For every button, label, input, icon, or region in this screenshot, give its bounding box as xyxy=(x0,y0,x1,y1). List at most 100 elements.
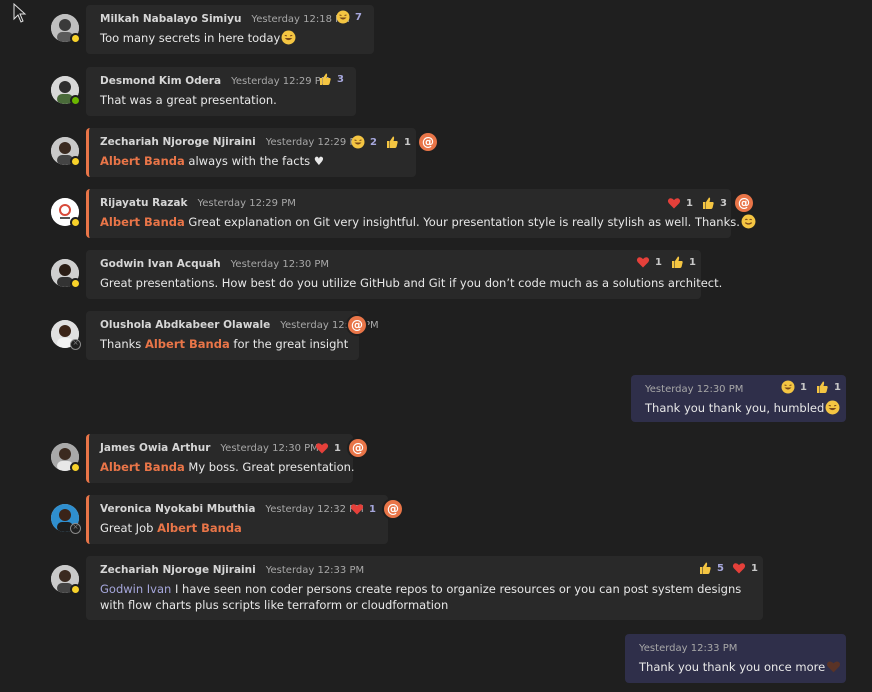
mention-at-icon: @ xyxy=(348,316,366,334)
message-text: Albert Banda My boss. Great presentation… xyxy=(100,460,355,474)
reactions: 2 1 @ xyxy=(351,133,437,151)
author-name: Olushola Abdkabeer Olawale xyxy=(100,319,271,331)
status-away-icon xyxy=(70,462,81,473)
timestamp: Yesterday 12:29 PM xyxy=(231,75,330,87)
status-available-icon xyxy=(70,95,81,106)
heart-emoji-icon xyxy=(667,198,681,209)
reaction-like[interactable]: 1 xyxy=(815,380,841,394)
message-text: Great presentations. How best do you uti… xyxy=(100,276,723,290)
timestamp: Yesterday 12:33 PM xyxy=(265,564,365,576)
reaction-laugh[interactable]: 2 xyxy=(351,135,377,149)
dark-heart-emoji-icon xyxy=(827,661,841,673)
mention-at-icon: @ xyxy=(734,194,753,212)
reaction-like[interactable]: 1 xyxy=(385,135,411,149)
message-bubble[interactable]: Godwin Ivan Acquah Yesterday 12:30 PM 1 1… xyxy=(86,250,722,299)
status-away-icon xyxy=(70,278,81,289)
timestamp: Yesterday 12:30 PM xyxy=(220,442,319,454)
message-bubble[interactable]: Desmond Kim Odera Yesterday 12:29 PM 3 Th… xyxy=(86,67,356,116)
heart-emoji-icon xyxy=(636,257,650,268)
message-text: Thank you thank you, humbled xyxy=(645,400,840,416)
message-bubble[interactable]: James Owia Arthur Yesterday 12:30 PM 1 @ … xyxy=(86,434,367,483)
reaction-heart[interactable]: 1 xyxy=(636,255,662,269)
author-name: Milkah Nabalayo Simiyu xyxy=(100,13,242,25)
laugh-emoji-icon xyxy=(781,380,795,394)
reaction-like[interactable]: 1 xyxy=(670,255,696,269)
mention-at-icon: @ xyxy=(418,133,437,151)
avatar[interactable]: × xyxy=(51,320,81,350)
message-text: Godwin Ivan I have seen non coder person… xyxy=(100,582,742,612)
timestamp: Yesterday 12:30 PM xyxy=(645,383,744,395)
reaction-heart[interactable]: 1 xyxy=(315,441,341,455)
message-text: Great Job Albert Banda xyxy=(100,521,242,535)
reaction-heart[interactable]: 1 xyxy=(350,502,376,516)
reactions: 1 1 xyxy=(636,255,696,269)
smile-emoji-icon xyxy=(741,214,756,229)
message-bubble[interactable]: Milkah Nabalayo Simiyu Yesterday 12:18 PM… xyxy=(86,5,374,54)
reactions: 1 1 xyxy=(781,380,841,394)
timestamp: Yesterday 12:29 PM xyxy=(265,136,365,148)
author-name: Zechariah Njoroge Njiraini xyxy=(100,136,256,148)
avatar[interactable] xyxy=(51,198,81,228)
laugh-emoji-icon xyxy=(336,10,350,24)
status-away-icon xyxy=(70,584,81,595)
mention-link[interactable]: Albert Banda xyxy=(100,215,185,229)
message-text: Too many secrets in here today xyxy=(100,30,296,46)
status-offline-icon: × xyxy=(70,339,81,350)
message-bubble[interactable]: Rijayatu Razak Yesterday 12:29 PM 1 3 @ A… xyxy=(86,189,756,238)
heart-emoji-icon xyxy=(315,443,329,454)
status-away-icon xyxy=(70,156,81,167)
avatar[interactable] xyxy=(51,443,81,473)
thumbs-up-emoji-icon xyxy=(816,381,828,393)
avatar[interactable] xyxy=(51,14,81,44)
message-text: Albert Banda always with the facts ♥ xyxy=(100,154,325,168)
reaction-heart[interactable]: 1 xyxy=(732,561,758,575)
reactions: 1 @ xyxy=(315,439,367,457)
mention-link[interactable]: Albert Banda xyxy=(157,521,242,535)
message-bubble[interactable]: Zechariah Njoroge Njiraini Yesterday 12:3… xyxy=(86,556,763,620)
message-text: Thank you thank you once more xyxy=(639,659,841,675)
mention-at-icon: @ xyxy=(383,500,402,518)
heart-emoji-icon xyxy=(350,504,364,515)
author-name: Godwin Ivan Acquah xyxy=(100,258,221,270)
message-text: That was a great presentation. xyxy=(100,93,277,107)
mention-at-icon: @ xyxy=(348,439,367,457)
timestamp: Yesterday 12:30 PM xyxy=(230,258,330,270)
reactions: 3 xyxy=(318,72,344,86)
avatar[interactable] xyxy=(51,137,81,167)
author-name: Desmond Kim Odera xyxy=(100,75,222,87)
avatar[interactable] xyxy=(51,259,81,289)
author-name: James Owia Arthur xyxy=(100,442,211,454)
author-name: Rijayatu Razak xyxy=(100,197,188,209)
avatar[interactable] xyxy=(51,76,81,106)
reaction-heart[interactable]: 1 xyxy=(667,196,693,210)
avatar[interactable]: × xyxy=(51,504,81,534)
avatar[interactable] xyxy=(51,565,81,595)
status-offline-icon: × xyxy=(70,523,81,534)
reaction-like[interactable]: 3 xyxy=(701,196,727,210)
laugh-emoji-icon xyxy=(281,30,296,45)
message-bubble[interactable]: Olushola Abdkabeer Olawale Yesterday 12:3… xyxy=(86,311,379,360)
mention-link[interactable]: Albert Banda xyxy=(100,154,185,168)
timestamp: Yesterday 12:29 PM xyxy=(197,197,296,209)
thumbs-up-emoji-icon xyxy=(386,136,398,148)
reaction-laugh[interactable]: 1 xyxy=(781,380,807,394)
message-bubble[interactable]: Veronica Nyokabi Mbuthia Yesterday 12:32 … xyxy=(86,495,402,544)
thumbs-up-emoji-icon xyxy=(702,197,714,209)
message-bubble[interactable]: Yesterday 12:30 PM 1 1 Thank you thank y… xyxy=(631,375,846,422)
message-bubble[interactable]: Yesterday 12:33 PM Thank you thank you o… xyxy=(625,634,846,683)
mention-link[interactable]: Albert Banda xyxy=(100,460,185,474)
message-bubble[interactable]: Zechariah Njoroge Njiraini Yesterday 12:2… xyxy=(86,128,437,177)
reactions: 7 xyxy=(336,10,362,24)
message-text: Albert Banda Great explanation on Git ve… xyxy=(100,214,756,230)
mention-link[interactable]: Godwin Ivan xyxy=(100,582,171,596)
mouse-cursor-icon xyxy=(13,3,27,23)
laugh-emoji-icon xyxy=(825,400,840,415)
reaction-like[interactable]: 5 xyxy=(698,561,724,575)
thumbs-up-emoji-icon xyxy=(671,256,683,268)
thumbs-up-emoji-icon xyxy=(700,562,711,574)
reaction-laugh[interactable]: 7 xyxy=(336,10,362,24)
mention-link[interactable]: Albert Banda xyxy=(145,337,230,351)
laugh-emoji-icon xyxy=(351,135,365,149)
reactions: 1 @ xyxy=(350,500,402,518)
reaction-like[interactable]: 3 xyxy=(318,72,344,86)
